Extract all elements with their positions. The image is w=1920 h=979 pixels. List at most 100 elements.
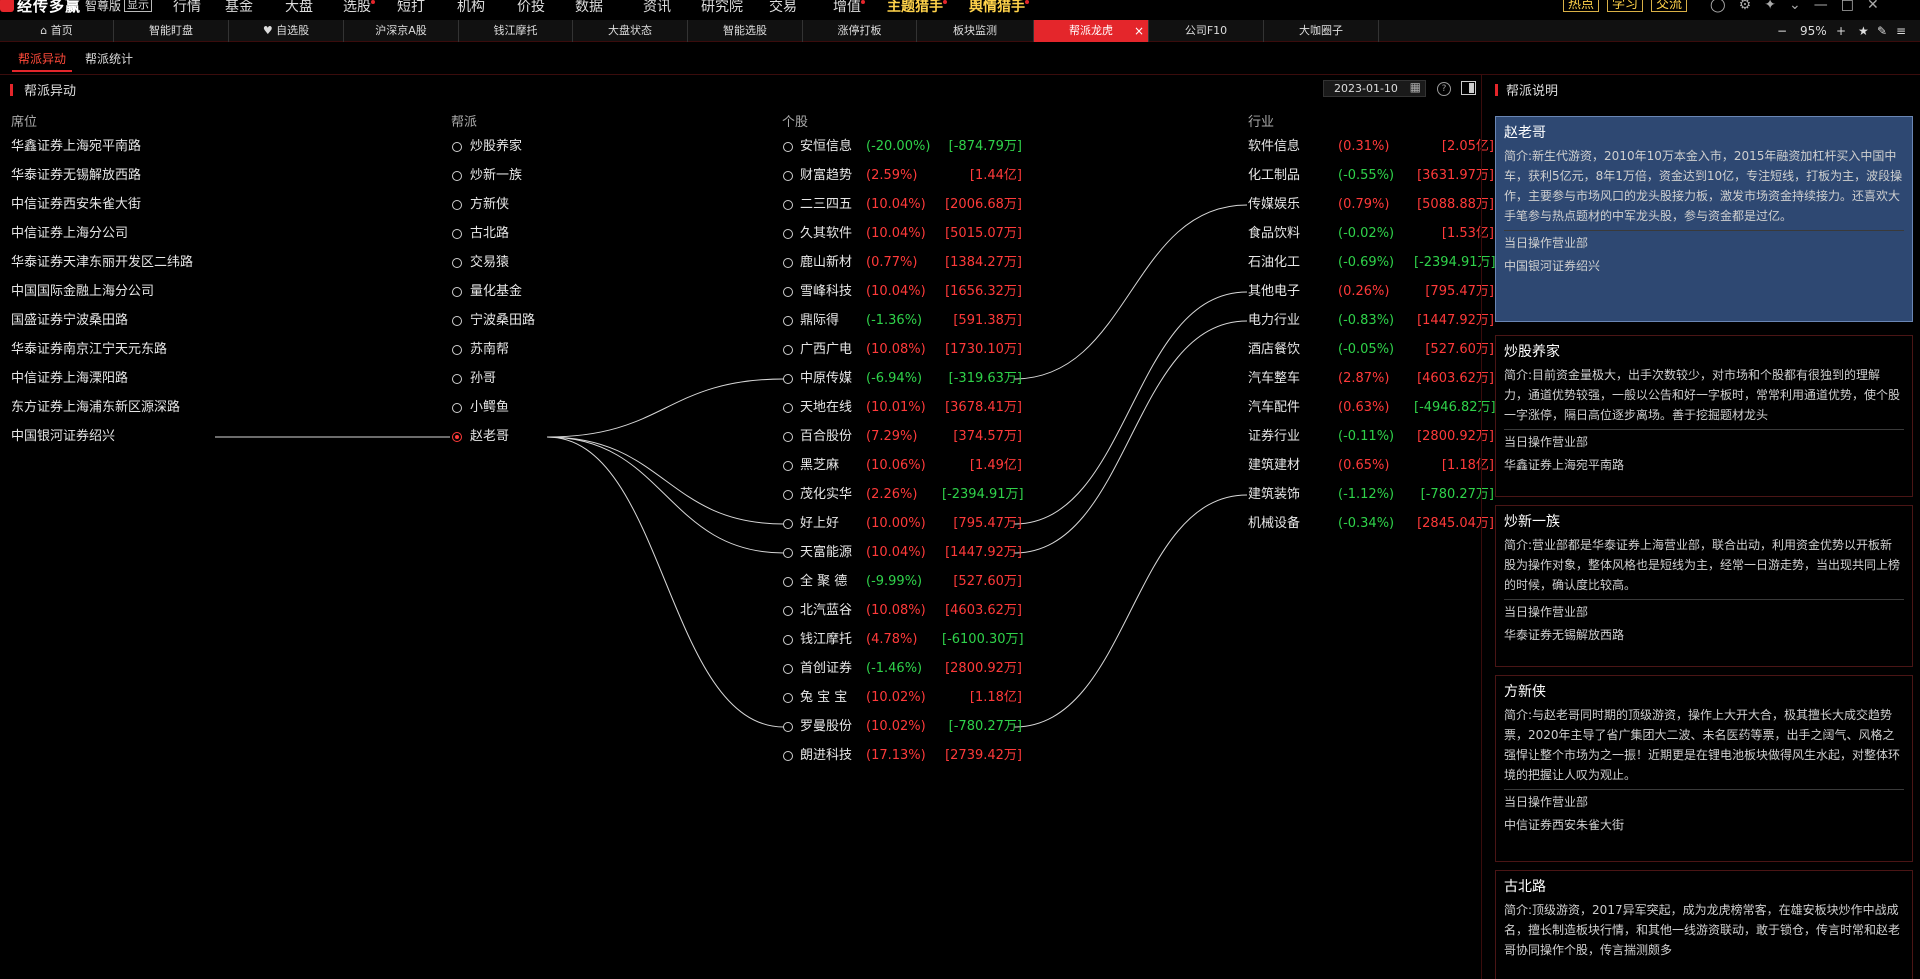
stock-row[interactable]: 鼎际得 (-1.36%) [591.38万] [783,312,1022,330]
stock-row[interactable]: 天富能源 (10.04%) [1447.92万] [783,544,1022,562]
zoom-out-button[interactable]: − [1777,20,1787,42]
gang-radio[interactable] [452,142,462,152]
stock-radio[interactable] [783,490,793,500]
industry-row[interactable]: 传媒娱乐 (0.79%) [5088.88万] [1248,196,1494,214]
industry-row[interactable]: 汽车整车 (2.87%) [4603.62万] [1248,370,1494,388]
gang-radio[interactable] [452,345,462,355]
gang-row[interactable]: 小鳄鱼 [452,399,509,417]
minimize-icon[interactable]: ⌄ [1789,0,1801,13]
tab-6[interactable]: 智能选股 [688,20,803,42]
stock-row[interactable]: 兔 宝 宝 (10.02%) [1.18亿] [783,689,1022,707]
gang-radio[interactable] [452,316,462,326]
stock-radio[interactable] [783,374,793,384]
gang-card[interactable]: 炒新一族 简介:营业部都是华泰证券上海营业部，联合出动，利用资金优势以开板新股为操… [1495,505,1913,667]
stock-radio[interactable] [783,548,793,558]
seat-row[interactable]: 华泰证券南京江宁天元东路 [11,341,167,359]
gang-row[interactable]: 炒新一族 [452,167,522,185]
gang-radio[interactable] [452,287,462,297]
industry-row[interactable]: 证券行业 (-0.11%) [2800.92万] [1248,428,1494,446]
stock-radio[interactable] [783,403,793,413]
industry-row[interactable]: 电力行业 (-0.83%) [1447.92万] [1248,312,1494,330]
gang-radio[interactable] [452,403,462,413]
gang-card[interactable]: 赵老哥 简介:新生代游资，2010年10万本金入市，2015年融资加杠杆买入中国中… [1495,116,1913,322]
stock-radio[interactable] [783,287,793,297]
stock-radio[interactable] [783,722,793,732]
gang-radio[interactable] [452,432,462,442]
stock-radio[interactable] [783,461,793,471]
gang-card[interactable]: 古北路 简介:顶级游资，2017异军突起，成为龙虎榜常客，在雄安板块炒作中战成名，… [1495,870,1913,979]
industry-row[interactable]: 其他电子 (0.26%) [795.47万] [1248,283,1494,301]
gang-row[interactable]: 量化基金 [452,283,522,301]
gang-row[interactable]: 宁波桑田路 [452,312,535,330]
menu-item-4[interactable]: 短打 [397,0,425,14]
stock-row[interactable]: 中原传媒 (-6.94%) [-319.63万] [783,370,1022,388]
stock-row[interactable]: 雪峰科技 (10.04%) [1656.32万] [783,283,1022,301]
stock-row[interactable]: 黑芝麻 (10.06%) [1.49亿] [783,457,1022,475]
toggle-panel-icon[interactable] [1461,81,1476,95]
stock-row[interactable]: 二三四五 (10.04%) [2006.68万] [783,196,1022,214]
tab-0[interactable]: ⌂ 首页 [0,20,114,42]
stock-radio[interactable] [783,577,793,587]
menu-item-6[interactable]: 价投 [517,0,545,14]
stock-radio[interactable] [783,258,793,268]
gang-row[interactable]: 苏南帮 [452,341,509,359]
tab-5[interactable]: 大盘状态 [573,20,688,42]
menu-item-1[interactable]: 基金 [225,0,253,14]
industry-row[interactable]: 软件信息 (0.31%) [2.05亿] [1248,138,1494,156]
gang-row[interactable]: 方新侠 [452,196,509,214]
industry-row[interactable]: 建筑建材 (0.65%) [1.18亿] [1248,457,1494,475]
subtab-gang-movement[interactable]: 帮派异动 [18,50,66,67]
stock-row[interactable]: 久其软件 (10.04%) [5015.07万] [783,225,1022,243]
menu-item-11[interactable]: 增值 [833,0,865,14]
tab-4[interactable]: 钱江摩托 [459,20,573,42]
help-icon[interactable]: ? [1437,82,1451,96]
seat-row[interactable]: 中信证券上海分公司 [11,225,128,243]
stock-row[interactable]: 财富趋势 (2.59%) [1.44亿] [783,167,1022,185]
stock-row[interactable]: 朗进科技 (17.13%) [2739.42万] [783,747,1022,765]
gang-radio[interactable] [452,200,462,210]
menu-item-9[interactable]: 研究院 [701,0,743,14]
restore-icon[interactable]: — [1814,0,1828,13]
stock-row[interactable]: 全 聚 德 (-9.99%) [527.60万] [783,573,1022,591]
close-tab-icon[interactable]: × [1134,20,1144,42]
stock-row[interactable]: 罗曼股份 (10.02%) [-780.27万] [783,718,1022,736]
menu-item-0[interactable]: 行情 [173,0,201,14]
industry-row[interactable]: 石油化工 (-0.69%) [-2394.91万] [1248,254,1496,272]
industry-row[interactable]: 机械设备 (-0.34%) [2845.04万] [1248,515,1494,533]
tab-10[interactable]: 公司F10 [1149,20,1264,42]
tab-1[interactable]: 智能盯盘 [114,20,229,42]
tab-8[interactable]: 板块监测 [917,20,1034,42]
tab-9[interactable]: 帮派龙虎 × [1034,20,1149,42]
gang-card[interactable]: 方新侠 简介:与赵老哥同时期的顶级游资，操作上大开大合，极其擅长大成交趋势票，20… [1495,675,1913,862]
stock-radio[interactable] [783,693,793,703]
close-icon[interactable]: ✕ [1867,0,1879,13]
stock-radio[interactable] [783,316,793,326]
gang-radio[interactable] [452,229,462,239]
industry-row[interactable]: 化工制品 (-0.55%) [3631.97万] [1248,167,1494,185]
gang-row[interactable]: 炒股养家 [452,138,522,156]
top-button-1[interactable]: 学习 [1607,0,1644,12]
calendar-icon[interactable]: ▦ [1410,80,1421,95]
pin-icon[interactable]: ✦ [1764,0,1776,13]
date-picker[interactable]: 2023-01-10 ▦ [1323,80,1426,97]
gang-radio[interactable] [452,171,462,181]
stock-row[interactable]: 广西广电 (10.08%) [1730.10万] [783,341,1022,359]
gang-radio[interactable] [452,374,462,384]
stock-row[interactable]: 安恒信息 (-20.00%) [-874.79万] [783,138,1022,156]
stock-row[interactable]: 好上好 (10.00%) [795.47万] [783,515,1022,533]
more-icon[interactable]: ≡ [1896,20,1906,42]
seat-row[interactable]: 华泰证券无锡解放西路 [11,167,141,185]
top-button-0[interactable]: 热点 [1563,0,1600,12]
stock-row[interactable]: 茂化实华 (2.26%) [-2394.91万] [783,486,1024,504]
gang-card[interactable]: 炒股养家 简介:目前资金量极大，出手次数较少，对市场和个股都有很独到的理解力，通道… [1495,335,1913,497]
industry-row[interactable]: 建筑装饰 (-1.12%) [-780.27万] [1248,486,1494,504]
seat-row[interactable]: 中国国际金融上海分公司 [11,283,154,301]
stock-row[interactable]: 北汽蓝谷 (10.08%) [4603.62万] [783,602,1022,620]
maximize-icon[interactable]: □ [1841,0,1854,13]
industry-row[interactable]: 汽车配件 (0.63%) [-4946.82万] [1248,399,1496,417]
seat-row[interactable]: 华鑫证券上海宛平南路 [11,138,141,156]
seat-row[interactable]: 中信证券西安朱雀大街 [11,196,141,214]
display-switch-button[interactable]: 显示 [124,0,153,12]
stock-radio[interactable] [783,200,793,210]
menu-item-2[interactable]: 大盘 [285,0,313,14]
